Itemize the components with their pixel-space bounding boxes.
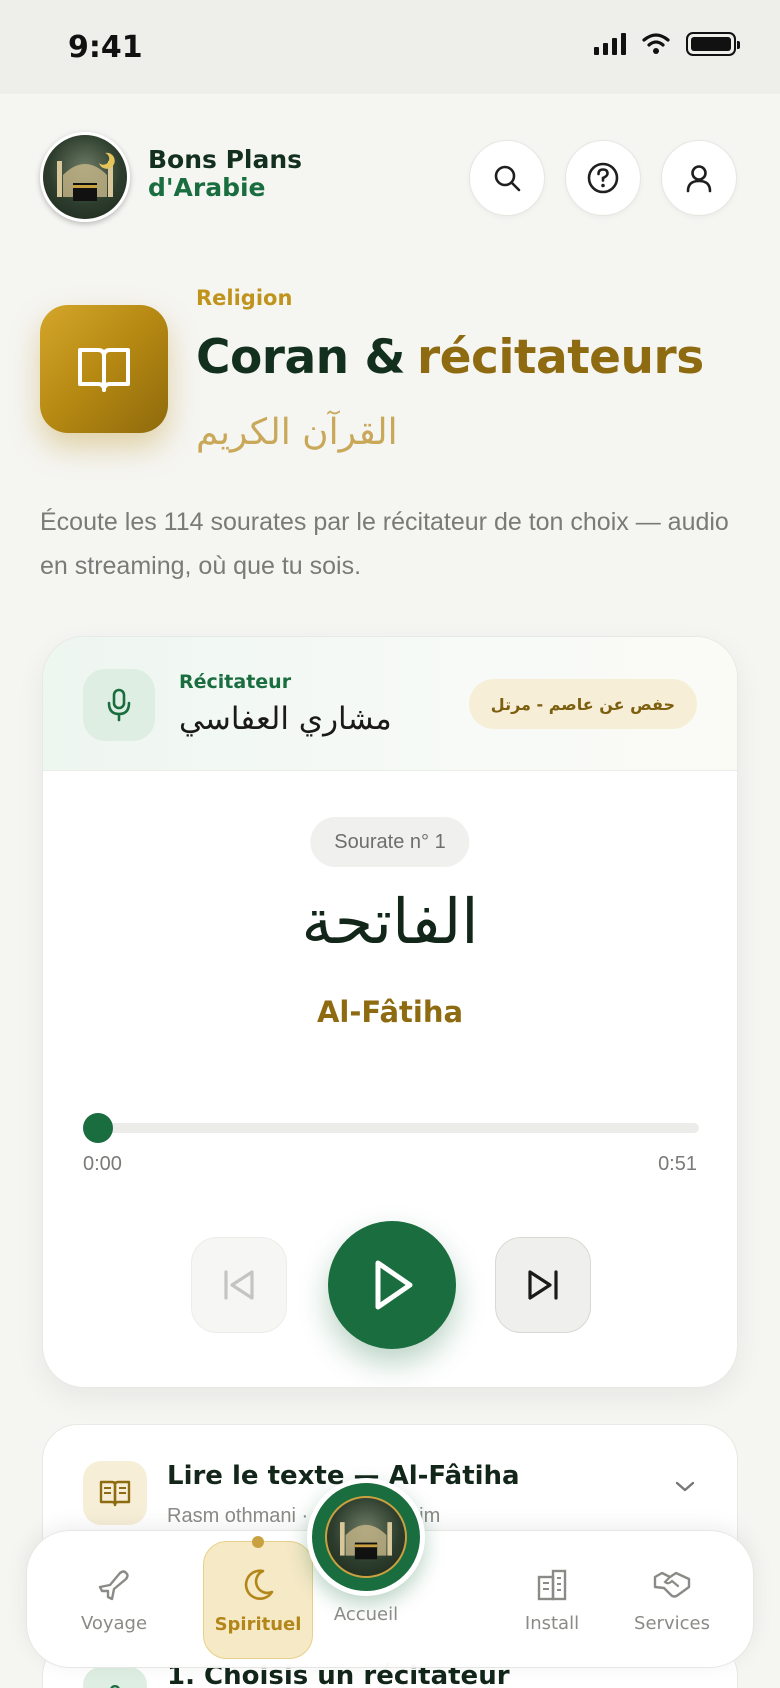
previous-button[interactable] — [191, 1237, 287, 1333]
microphone-icon — [107, 688, 131, 722]
home-logo — [325, 1496, 407, 1578]
open-book-icon — [78, 348, 130, 392]
search-button[interactable] — [469, 140, 545, 216]
progress-slider[interactable] — [83, 1113, 699, 1143]
mic-tile — [83, 669, 155, 741]
profile-button[interactable] — [661, 140, 737, 216]
brand-line-1: Bons Plans — [148, 145, 303, 174]
time-total: 0:51 — [658, 1153, 697, 1175]
status-bar: 9:41 — [0, 0, 780, 94]
microphone-icon — [110, 1685, 120, 1688]
help-icon — [587, 162, 619, 194]
nav-voyage-label: Voyage — [80, 1612, 148, 1634]
wifi-icon — [642, 33, 670, 54]
brand-line-2: d'Arabie — [148, 173, 266, 202]
quran-tile — [40, 305, 168, 433]
progress-knob[interactable] — [83, 1113, 113, 1143]
nav-spirituel[interactable]: Spirituel — [203, 1536, 313, 1659]
mosque-icon — [340, 1522, 392, 1560]
nav-accueil-label: Accueil — [333, 1604, 399, 1625]
status-time: 9:41 — [68, 30, 143, 65]
hero-arabic-title: القرآن الكريم — [196, 412, 398, 453]
progress-track — [83, 1123, 699, 1133]
nav-voyage[interactable]: Voyage — [59, 1541, 169, 1659]
sourate-arabic-name: الفاتحة — [301, 885, 479, 958]
book-text-icon — [99, 1480, 131, 1507]
hero-eyebrow: Religion — [196, 286, 293, 310]
status-icons — [594, 32, 740, 56]
active-indicator — [252, 1536, 264, 1548]
reciter-name: مشاري العفاسي — [179, 701, 392, 737]
sourate-latin-name: Al-Fâtiha — [316, 995, 464, 1029]
nav-spirituel-label: Spirituel — [214, 1613, 302, 1635]
signal-icon — [594, 33, 626, 55]
read-icon-tile — [83, 1461, 147, 1525]
step-mic-tile — [83, 1667, 147, 1688]
nav-services[interactable]: Services — [617, 1541, 727, 1659]
play-button[interactable] — [328, 1221, 456, 1349]
brand-name: Bons Plans d'Arabie — [148, 146, 302, 202]
reciter-selector[interactable]: Récitateur مشاري العفاسي حفص عن عاصم - م… — [43, 637, 737, 771]
user-icon — [686, 165, 712, 193]
play-icon — [375, 1260, 413, 1310]
skip-next-icon — [528, 1270, 558, 1300]
hero-description: Écoute les 114 sourates par le récitateu… — [40, 508, 729, 580]
chevron-down-icon[interactable] — [673, 1479, 697, 1495]
title-part-2: récitateurs — [417, 330, 704, 385]
nav-services-label: Services — [634, 1612, 710, 1634]
riwaya-badge: حفص عن عاصم - مرتل — [468, 679, 697, 729]
battery-icon — [686, 32, 740, 56]
nav-accueil[interactable] — [307, 1478, 425, 1596]
title-part-1: Coran & — [196, 330, 406, 385]
building-icon — [537, 1569, 567, 1600]
skip-previous-icon — [224, 1270, 254, 1300]
crescent-moon-icon — [244, 1568, 274, 1600]
time-current: 0:00 — [83, 1153, 122, 1175]
sourate-number-badge: Sourate n° 1 — [310, 817, 470, 867]
mosque-icon — [57, 152, 115, 201]
handshake-icon — [653, 1571, 691, 1598]
airplane-icon — [98, 1569, 129, 1600]
nav-install[interactable]: Install — [497, 1541, 607, 1659]
player-card: Récitateur مشاري العفاسي حفص عن عاصم - م… — [42, 636, 738, 1388]
search-icon — [494, 165, 521, 192]
next-button[interactable] — [495, 1237, 591, 1333]
app-logo[interactable] — [40, 132, 130, 222]
nav-install-label: Install — [524, 1612, 580, 1634]
reciter-label: Récitateur — [179, 671, 292, 693]
page-title: Coran & récitateurs — [196, 330, 704, 385]
help-button[interactable] — [565, 140, 641, 216]
